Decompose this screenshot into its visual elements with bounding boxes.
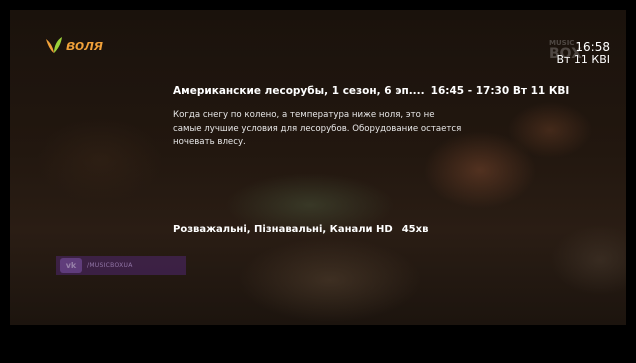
clock-date: Вт 11 КВІ xyxy=(556,53,610,67)
vk-icon: vk xyxy=(60,258,82,273)
program-title-line: Американские лесорубы, 1 сезон, 6 эп....… xyxy=(173,85,569,97)
social-handle: /MUSICBOXUA xyxy=(87,262,133,269)
provider-logo: воля xyxy=(44,36,103,54)
program-meta: Розважальні, Пізнавальні, Канали HD 45хв xyxy=(173,224,428,235)
clock: 16:58 Вт 11 КВІ xyxy=(556,40,610,67)
program-description: Когда снегу по колено, а температура ниж… xyxy=(173,110,462,147)
letterbox-bar xyxy=(10,325,626,363)
leaf-logo-icon xyxy=(44,36,64,54)
program-info: Американские лесорубы, 1 сезон, 6 эп....… xyxy=(173,85,569,150)
social-badge: vk /MUSICBOXUA xyxy=(56,256,186,275)
logo-text: воля xyxy=(66,36,104,54)
program-time-range: 16:45 - 17:30 Вт 11 КВІ xyxy=(430,85,570,97)
tv-screen: воля MUSIC BOX 16:58 Вт 11 КВІ Американс… xyxy=(0,0,636,363)
video-background xyxy=(10,10,626,325)
program-genres: Розважальні, Пізнавальні, Канали HD xyxy=(173,224,393,235)
program-duration: 45хв xyxy=(401,224,429,235)
program-title: Американские лесорубы, 1 сезон, 6 эп.... xyxy=(173,85,425,97)
